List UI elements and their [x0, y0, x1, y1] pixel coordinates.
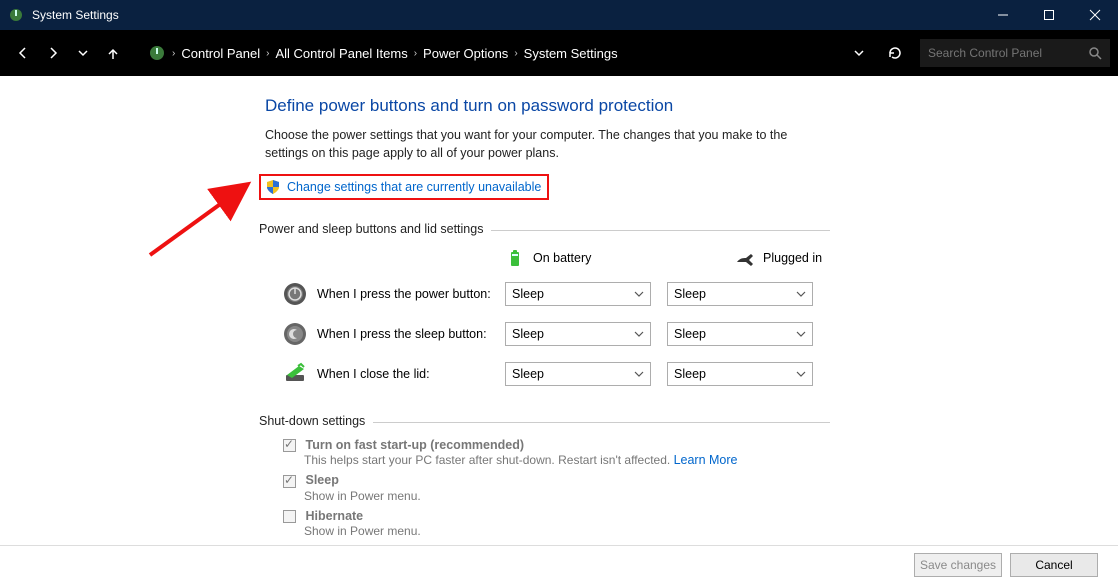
- col-label-plugged: Plugged in: [763, 251, 822, 265]
- checkbox-fast-startup[interactable]: [283, 439, 296, 452]
- checkbox-sleep[interactable]: [283, 475, 296, 488]
- shutdown-item-sleep: Sleep Show in Power menu.: [283, 473, 1030, 502]
- item-sub: Show in Power menu.: [304, 489, 1030, 503]
- breadcrumb-item[interactable]: Power Options: [423, 46, 508, 61]
- minimize-button[interactable]: [980, 0, 1026, 30]
- close-lid-battery-dropdown[interactable]: Sleep: [505, 362, 651, 386]
- chevron-down-icon: [634, 289, 644, 299]
- location-icon: [148, 44, 166, 62]
- change-settings-link-highlighted: Change settings that are currently unava…: [259, 174, 549, 200]
- navbar: › Control Panel › All Control Panel Item…: [0, 30, 1118, 76]
- shutdown-settings: Turn on fast start-up (recommended) This…: [265, 438, 1030, 545]
- forward-button[interactable]: [38, 38, 68, 68]
- content-area: Define power buttons and turn on passwor…: [0, 76, 1110, 545]
- item-title: Turn on fast start-up (recommended): [305, 438, 524, 452]
- power-button-plugged-dropdown[interactable]: Sleep: [667, 282, 813, 306]
- row-label: When I close the lid:: [317, 367, 505, 381]
- chevron-right-icon: ›: [172, 48, 175, 59]
- breadcrumb-item[interactable]: System Settings: [524, 46, 618, 61]
- chevron-down-icon: [796, 329, 806, 339]
- dropdown-value: Sleep: [674, 367, 706, 381]
- shutdown-item-hibernate: Hibernate Show in Power menu.: [283, 509, 1030, 538]
- page-title: Define power buttons and turn on passwor…: [265, 96, 1030, 116]
- window-title: System Settings: [32, 8, 119, 22]
- chevron-down-icon: [796, 289, 806, 299]
- address-dropdown-button[interactable]: [844, 38, 874, 68]
- breadcrumb-item[interactable]: Control Panel: [181, 46, 260, 61]
- chevron-right-icon: ›: [414, 48, 417, 59]
- back-button[interactable]: [8, 38, 38, 68]
- row-label: When I press the sleep button:: [317, 327, 505, 341]
- dropdown-value: Sleep: [512, 327, 544, 341]
- col-label-battery: On battery: [533, 251, 591, 265]
- power-button-battery-dropdown[interactable]: Sleep: [505, 282, 651, 306]
- checkbox-hibernate[interactable]: [283, 510, 296, 523]
- refresh-button[interactable]: [880, 38, 910, 68]
- chevron-right-icon: ›: [514, 48, 517, 59]
- titlebar: System Settings: [0, 0, 1118, 30]
- row-label: When I press the power button:: [317, 287, 505, 301]
- chevron-down-icon: [634, 369, 644, 379]
- breadcrumb-item[interactable]: All Control Panel Items: [275, 46, 407, 61]
- shutdown-item-fast-startup: Turn on fast start-up (recommended) This…: [283, 438, 1030, 467]
- lid-icon: [283, 362, 307, 386]
- footer: Save changes Cancel: [0, 545, 1118, 583]
- save-changes-button[interactable]: Save changes: [914, 553, 1002, 577]
- plug-icon: [735, 248, 755, 268]
- item-title: Hibernate: [305, 509, 363, 523]
- group-label-shutdown: Shut-down settings: [259, 414, 365, 428]
- sleep-button-plugged-dropdown[interactable]: Sleep: [667, 322, 813, 346]
- item-sub: Show in Power menu.: [304, 524, 1030, 538]
- setting-row-power-button: When I press the power button: Sleep Sle…: [265, 282, 1030, 306]
- uac-shield-icon: [265, 179, 281, 195]
- page-description: Choose the power settings that you want …: [265, 126, 825, 162]
- setting-row-close-lid: When I close the lid: Sleep Sleep: [265, 362, 1030, 386]
- dropdown-value: Sleep: [674, 327, 706, 341]
- app-icon: [8, 7, 24, 23]
- power-button-icon: [283, 282, 307, 306]
- battery-icon: [505, 248, 525, 268]
- chevron-down-icon: [634, 329, 644, 339]
- cancel-button[interactable]: Cancel: [1010, 553, 1098, 577]
- chevron-right-icon: ›: [266, 48, 269, 59]
- search-icon: [1088, 46, 1102, 60]
- change-settings-link[interactable]: Change settings that are currently unava…: [287, 180, 541, 194]
- up-button[interactable]: [98, 38, 128, 68]
- close-button[interactable]: [1072, 0, 1118, 30]
- sleep-button-icon: [283, 322, 307, 346]
- close-lid-plugged-dropdown[interactable]: Sleep: [667, 362, 813, 386]
- setting-row-sleep-button: When I press the sleep button: Sleep Sle…: [265, 322, 1030, 346]
- column-headers: On battery Plugged in: [505, 240, 1030, 282]
- dropdown-value: Sleep: [512, 367, 544, 381]
- search-input[interactable]: [928, 46, 1078, 60]
- item-title: Sleep: [305, 473, 338, 487]
- item-sub: This helps start your PC faster after sh…: [304, 453, 670, 467]
- search-box[interactable]: [920, 39, 1110, 67]
- dropdown-value: Sleep: [674, 287, 706, 301]
- breadcrumb[interactable]: › Control Panel › All Control Panel Item…: [148, 44, 618, 62]
- learn-more-link[interactable]: Learn More: [674, 453, 738, 467]
- maximize-button[interactable]: [1026, 0, 1072, 30]
- dropdown-value: Sleep: [512, 287, 544, 301]
- chevron-down-icon: [796, 369, 806, 379]
- recent-locations-button[interactable]: [68, 38, 98, 68]
- sleep-button-battery-dropdown[interactable]: Sleep: [505, 322, 651, 346]
- group-label-buttons: Power and sleep buttons and lid settings: [259, 222, 483, 236]
